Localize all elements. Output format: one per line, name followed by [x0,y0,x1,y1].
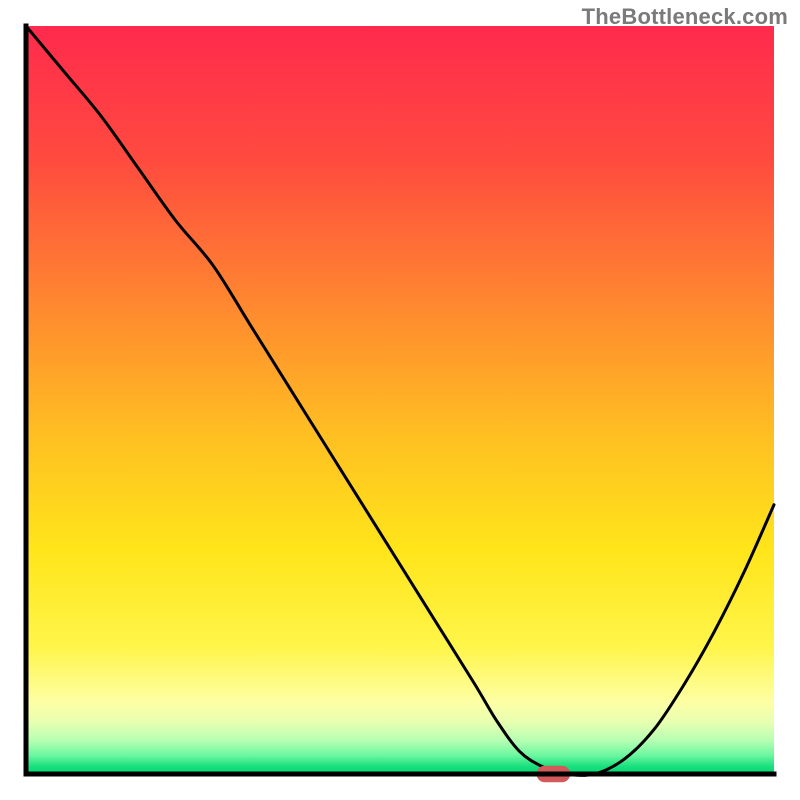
plot-background [26,26,774,774]
watermark-text: TheBottleneck.com [582,4,788,30]
bottleneck-chart [0,0,800,800]
chart-container [0,0,800,800]
